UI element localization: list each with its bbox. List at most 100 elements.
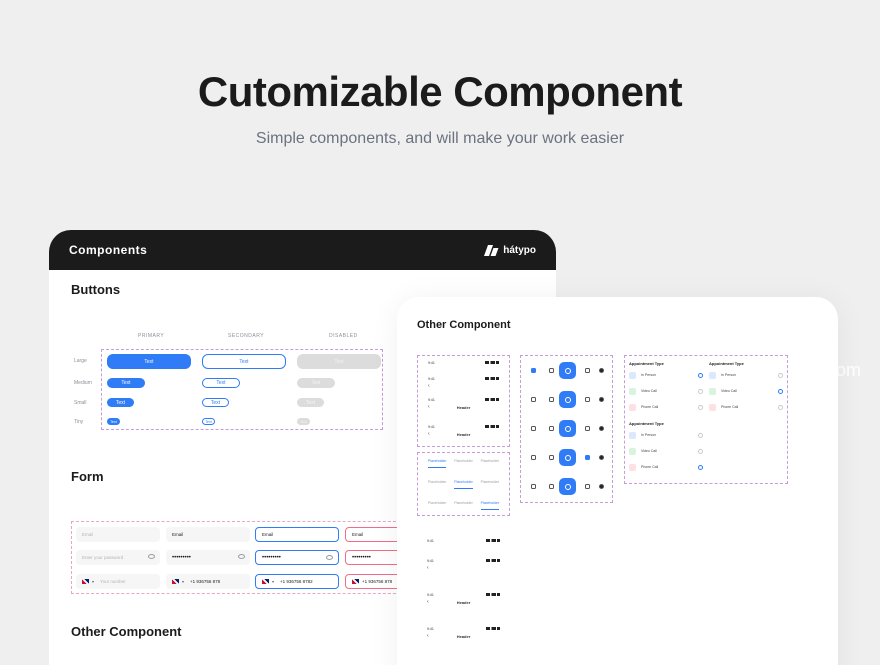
bottom-nav-frame: [520, 355, 613, 503]
email-field-placeholder[interactable]: Email: [76, 527, 160, 542]
column-disabled: DISABLED: [329, 333, 358, 339]
components-card-header: Components hátypo: [49, 230, 556, 270]
search-fab-button[interactable]: [559, 362, 576, 379]
primary-large-button[interactable]: Text: [107, 354, 191, 369]
appointment-option-in-person[interactable]: In Person: [709, 370, 736, 380]
tab-item[interactable]: Placeholder: [427, 456, 447, 468]
appointment-option-phone-call[interactable]: Phone Call: [629, 462, 658, 472]
tab-item[interactable]: Placeholder: [454, 456, 472, 468]
eye-off-icon[interactable]: [326, 555, 333, 560]
search-fab-button[interactable]: [559, 449, 576, 466]
disabled-small-button: Text: [297, 398, 324, 407]
page-subtitle: Simple components, and will make your wo…: [255, 130, 625, 147]
appointment-option-video-call[interactable]: Video Call: [629, 386, 657, 396]
primary-tiny-button[interactable]: Text: [107, 418, 120, 425]
video-icon: [629, 447, 636, 455]
appointment-option-phone-call[interactable]: Phone Call: [629, 402, 658, 412]
header-variants-frame: 9:41 9:41 ‹ 9:41 ‹ Header 9:41 ‹ Header: [417, 355, 510, 447]
radio-video-call[interactable]: [778, 389, 783, 394]
bottom-nav-3: [529, 420, 604, 438]
radio-video-call[interactable]: [698, 389, 703, 394]
chat-icon[interactable]: [585, 426, 590, 431]
secondary-medium-button[interactable]: Text: [202, 378, 240, 388]
secondary-small-button[interactable]: Text: [202, 398, 229, 407]
back-arrow-icon[interactable]: ‹: [427, 565, 429, 571]
radio-phone-call[interactable]: [698, 405, 703, 410]
phone-field-focused[interactable]: ▾ +1 936756 8782: [255, 574, 339, 589]
appointment-option-video-call[interactable]: Video Call: [709, 386, 737, 396]
tab-item[interactable]: Placeholder: [480, 498, 500, 510]
chevron-down-icon[interactable]: ▾: [272, 579, 274, 584]
buttons-section-title: Buttons: [71, 282, 121, 297]
chevron-down-icon[interactable]: ▾: [182, 579, 184, 584]
phone-icon: [629, 403, 636, 411]
appointment-option-phone-call[interactable]: Phone Call: [709, 402, 738, 412]
radio-video-call[interactable]: [698, 449, 703, 454]
password-field-focused[interactable]: •••••••••: [255, 550, 339, 565]
phone-field-placeholder[interactable]: ▾ Your number: [76, 574, 160, 589]
email-field-error[interactable]: Email: [345, 527, 405, 542]
secondary-tiny-button[interactable]: Text: [202, 418, 215, 425]
primary-small-button[interactable]: Text: [107, 398, 134, 407]
appointment-option-in-person[interactable]: In Person: [629, 370, 656, 380]
ghost-text: om: [836, 360, 862, 380]
primary-medium-button[interactable]: Text: [107, 378, 145, 388]
password-field-placeholder[interactable]: Enter your password: [76, 550, 160, 565]
eye-off-icon[interactable]: [238, 554, 245, 559]
disabled-medium-button: Text: [297, 378, 335, 388]
search-fab-button[interactable]: [559, 478, 576, 495]
secondary-large-button[interactable]: Text: [202, 354, 286, 369]
brand-logo: hátypo: [485, 245, 536, 256]
password-field-error[interactable]: •••••••••: [345, 550, 405, 565]
profile-icon[interactable]: [599, 426, 604, 431]
tab-item[interactable]: Placeholder: [481, 477, 499, 489]
back-arrow-icon[interactable]: ‹: [428, 383, 430, 389]
email-field-filled[interactable]: Email: [166, 527, 250, 542]
chevron-down-icon[interactable]: ▾: [92, 579, 94, 584]
tab-item[interactable]: Placeholder: [454, 477, 473, 489]
phone-value-text: +1 936756 878: [190, 579, 221, 584]
email-field-focused[interactable]: Email: [255, 527, 339, 542]
tab-item[interactable]: Placeholder: [481, 456, 499, 468]
appointment-option-in-person[interactable]: In Person: [629, 430, 656, 440]
home-icon[interactable]: [531, 484, 536, 489]
radio-phone-call[interactable]: [778, 405, 783, 410]
bottom-nav-1: [529, 362, 604, 380]
other-component-section-title: Other Component: [71, 624, 182, 639]
chat-icon[interactable]: [585, 455, 590, 460]
profile-icon[interactable]: [599, 484, 604, 489]
column-secondary: SECONDARY: [228, 333, 265, 339]
bottom-nav-2: [529, 391, 604, 409]
appointment-option-video-call[interactable]: Video Call: [629, 446, 657, 456]
calendar-icon[interactable]: [549, 455, 554, 460]
calendar-icon[interactable]: [549, 484, 554, 489]
home-icon[interactable]: [531, 426, 536, 431]
home-icon[interactable]: [531, 455, 536, 460]
radio-in-person[interactable]: [778, 373, 783, 378]
profile-icon[interactable]: [599, 368, 604, 373]
phone-field-filled[interactable]: ▾ +1 936756 878: [166, 574, 250, 589]
radio-phone-call[interactable]: [698, 465, 703, 470]
search-fab-button[interactable]: [559, 391, 576, 408]
password-field-filled[interactable]: •••••••••: [166, 550, 250, 565]
eye-off-icon[interactable]: [148, 554, 155, 559]
home-icon[interactable]: [531, 368, 536, 373]
profile-icon[interactable]: [599, 455, 604, 460]
chat-icon[interactable]: [585, 397, 590, 402]
phone-error-text: +1 936756 878: [362, 579, 393, 584]
radio-in-person[interactable]: [698, 373, 703, 378]
chat-icon[interactable]: [585, 368, 590, 373]
calendar-icon[interactable]: [549, 426, 554, 431]
home-icon[interactable]: [531, 397, 536, 402]
chat-icon[interactable]: [585, 484, 590, 489]
phone-field-error[interactable]: +1 936756 878: [345, 574, 405, 589]
profile-icon[interactable]: [599, 397, 604, 402]
calendar-icon[interactable]: [549, 397, 554, 402]
row-label-large: Large: [74, 358, 87, 364]
calendar-icon[interactable]: [549, 368, 554, 373]
tab-item[interactable]: Placeholder: [428, 477, 446, 489]
tab-item[interactable]: Placeholder: [428, 498, 446, 510]
radio-in-person[interactable]: [698, 433, 703, 438]
tab-item[interactable]: Placeholder: [454, 498, 472, 510]
search-fab-button[interactable]: [559, 420, 576, 437]
